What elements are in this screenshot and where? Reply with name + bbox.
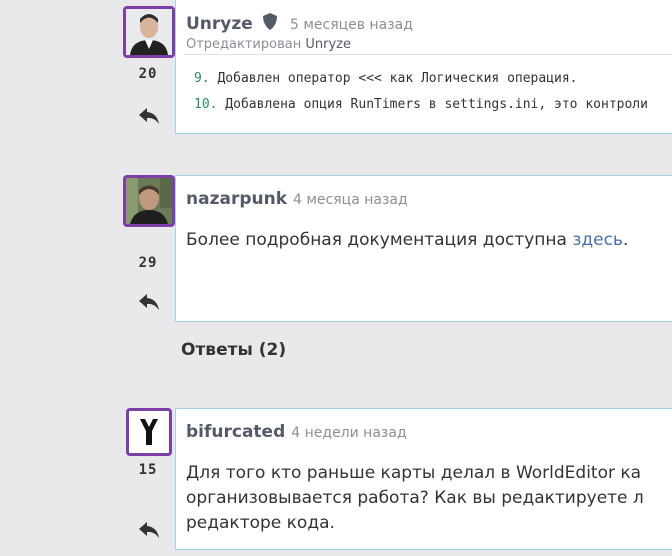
- code-line: 9. Добавлен оператор <<< как Логическия …: [194, 71, 578, 86]
- comment-author[interactable]: bifurcated: [186, 422, 285, 442]
- edited-label: Отредактирован: [186, 37, 302, 52]
- comment-time[interactable]: 4 недели назад: [291, 425, 406, 441]
- comment-time[interactable]: 5 месяцев назад: [290, 17, 413, 33]
- avatar[interactable]: [126, 408, 172, 456]
- comment-line: редакторе кода.: [186, 513, 335, 533]
- reply-icon: [139, 294, 159, 310]
- edited-by[interactable]: Unryze: [305, 37, 351, 52]
- reply-button[interactable]: [138, 107, 160, 125]
- vote-score: 20: [138, 66, 158, 82]
- shield-icon: [262, 13, 277, 30]
- reply-button[interactable]: [138, 293, 160, 311]
- comment-line: Для того кто раньше карты делал в WorldE…: [186, 463, 642, 483]
- code-line: 10. Добавлена опция RunTimers в settings…: [194, 97, 648, 112]
- avatar[interactable]: [123, 175, 175, 227]
- avatar-image: [126, 9, 172, 55]
- comment-card: Unryze 5 месяцев назад Отредактирован Un…: [175, 0, 672, 134]
- comment-author[interactable]: nazarpunk: [186, 189, 287, 209]
- vote-score: 15: [138, 462, 158, 478]
- replies-toggle[interactable]: Ответы (2): [181, 340, 286, 360]
- edited-note: Отредактирован Unryze: [186, 37, 351, 52]
- comment-body-end: .: [622, 230, 629, 250]
- reply-icon: [139, 108, 159, 124]
- comment-text: Более подробная документация доступна зд…: [186, 228, 628, 253]
- comment-text: Для того кто раньше карты делал в WorldE…: [186, 461, 644, 536]
- line-number: 9.: [194, 71, 210, 86]
- comment-card: bifurcated 4 недели назад Для того кто ра…: [175, 408, 672, 550]
- comment-time[interactable]: 4 месяца назад: [293, 192, 408, 208]
- docs-link[interactable]: здесь: [572, 230, 623, 250]
- comment-body: Более подробная документация доступна: [186, 230, 573, 250]
- code-block: 9. Добавлен оператор <<< как Логическия …: [184, 54, 672, 127]
- line-number: 10.: [194, 97, 218, 112]
- avatar[interactable]: [123, 6, 175, 58]
- comment-card: nazarpunk 4 месяца назад Более подробная …: [175, 175, 672, 322]
- fork-logo-icon: [129, 411, 169, 453]
- avatar-image: [126, 178, 172, 224]
- comment-line: организовывается работа? Как вы редактир…: [186, 488, 644, 508]
- vote-score: 29: [138, 255, 158, 271]
- comment-author[interactable]: Unryze: [186, 14, 253, 34]
- code-text: Добавлен оператор <<< как Логическия опе…: [209, 71, 578, 86]
- reply-icon: [139, 522, 159, 538]
- reply-button[interactable]: [138, 521, 160, 539]
- code-text: Добавлена опция RunTimers в settings.ini…: [217, 97, 648, 112]
